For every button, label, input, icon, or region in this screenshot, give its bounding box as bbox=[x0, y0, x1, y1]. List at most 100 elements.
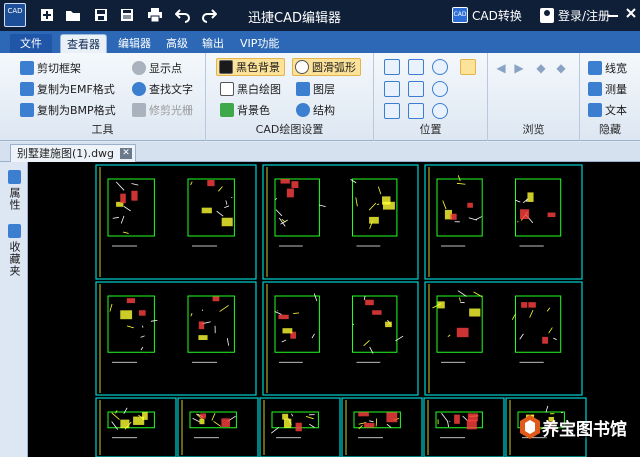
line-width-button[interactable]: 线宽 bbox=[588, 59, 627, 77]
redo-icon[interactable] bbox=[200, 6, 218, 24]
plan-detail-line bbox=[368, 202, 377, 211]
bw-drawing-button[interactable]: 黑白绘图 bbox=[220, 80, 281, 98]
minimize-icon[interactable] bbox=[606, 6, 620, 20]
close-tab-icon[interactable]: ✕ bbox=[120, 148, 132, 159]
rotate-icon[interactable] bbox=[384, 103, 400, 119]
undo-icon[interactable] bbox=[174, 6, 192, 24]
zoom-in-icon[interactable] bbox=[432, 59, 448, 75]
zoom-previous-icon[interactable] bbox=[408, 81, 424, 97]
find-text-label: 查找文字 bbox=[149, 83, 193, 96]
plan-outline bbox=[107, 178, 155, 237]
find-text-button[interactable]: 查找文字 bbox=[132, 80, 193, 98]
layers-button[interactable]: 图层 bbox=[296, 80, 335, 98]
line-width-icon bbox=[588, 61, 602, 75]
background-color-button[interactable]: 背景色 bbox=[220, 101, 270, 119]
drawing-sheet-frame bbox=[424, 164, 583, 280]
fit-window-icon[interactable] bbox=[384, 59, 400, 75]
plan-fill-block bbox=[542, 336, 548, 344]
arrow-right-icon[interactable]: ▶ bbox=[512, 61, 526, 75]
tab-output[interactable]: 输出 bbox=[196, 34, 230, 53]
show-points-icon bbox=[132, 61, 146, 75]
plan-fill-block bbox=[286, 188, 294, 198]
plan-detail-line bbox=[190, 181, 193, 186]
plan-fill-block bbox=[126, 298, 136, 304]
copy-bmp-button[interactable]: 复制为BMP格式 bbox=[20, 101, 116, 119]
close-icon[interactable] bbox=[624, 6, 638, 20]
arrow-left-icon[interactable]: ◀ bbox=[494, 61, 508, 75]
first-page-icon[interactable]: ◆ bbox=[534, 61, 548, 75]
group-cad-settings: 黑色背景 黑白绘图 背景色 圆滑弧形 图层 结构 CAD绘图设置 bbox=[206, 53, 374, 141]
plan-detail-line bbox=[123, 206, 131, 212]
group-cad-settings-label: CAD绘图设置 bbox=[255, 123, 324, 136]
plan-detail-line bbox=[447, 334, 451, 337]
plan-fill-block bbox=[120, 193, 126, 204]
plan-fill-block bbox=[469, 308, 481, 317]
plan-detail-line bbox=[313, 293, 318, 302]
group-position-label: 位置 bbox=[419, 123, 442, 136]
tab-advanced[interactable]: 高级 bbox=[160, 34, 194, 53]
plan-detail-line bbox=[111, 412, 120, 420]
drawing-sheet-frame bbox=[95, 281, 257, 396]
show-points-button[interactable]: 显示点 bbox=[132, 59, 182, 77]
pan-hand-icon[interactable] bbox=[460, 59, 476, 75]
plan-detail-line bbox=[293, 312, 300, 314]
plan-detail-line bbox=[281, 339, 287, 343]
plan-detail-line bbox=[456, 182, 466, 185]
cut-frame-button[interactable]: 剪切框架 bbox=[20, 59, 81, 77]
side-item-properties[interactable]: 属性 bbox=[5, 170, 23, 211]
login-button[interactable]: 登录/注册 bbox=[540, 6, 610, 24]
black-background-icon bbox=[219, 60, 233, 74]
measure-label: 测量 bbox=[605, 83, 627, 96]
cut-frame-label: 剪切框架 bbox=[37, 62, 81, 75]
save-icon[interactable] bbox=[92, 6, 110, 24]
bw-drawing-label: 黑白绘图 bbox=[237, 83, 281, 96]
plan-fill-block bbox=[280, 179, 290, 184]
plan-fill-block bbox=[120, 419, 130, 429]
plan-outline bbox=[107, 295, 155, 353]
plan-fill-block bbox=[382, 201, 395, 210]
login-label: 登录/注册 bbox=[558, 8, 611, 23]
drawing-sheet-frame bbox=[424, 281, 583, 396]
plan-outline bbox=[274, 295, 320, 353]
tab-file[interactable]: 文件 bbox=[10, 34, 52, 53]
cad-convert-button[interactable]: CAD CAD转换 bbox=[452, 6, 522, 24]
mirror-icon[interactable] bbox=[408, 103, 424, 119]
save-as-icon[interactable] bbox=[118, 6, 136, 24]
text-button[interactable]: 文本 bbox=[588, 101, 627, 119]
plan-detail-line bbox=[275, 209, 283, 217]
smooth-arc-button[interactable]: 圆滑弧形 bbox=[292, 58, 361, 76]
zoom-window-icon[interactable] bbox=[408, 59, 424, 75]
plan-fill-block bbox=[456, 327, 469, 338]
plan-detail-line bbox=[131, 183, 139, 186]
plan-detail-line bbox=[457, 175, 461, 182]
last-page-icon[interactable]: ◆ bbox=[554, 61, 568, 75]
plan-fill-block bbox=[201, 207, 212, 214]
zoom-out-icon[interactable] bbox=[432, 81, 448, 97]
layers-label: 图层 bbox=[313, 83, 335, 96]
tab-editor[interactable]: 编辑器 bbox=[112, 34, 157, 53]
copy-emf-button[interactable]: 复制为EMF格式 bbox=[20, 80, 115, 98]
side-item-favorites[interactable]: 收藏夹 bbox=[5, 224, 23, 277]
print-icon[interactable] bbox=[146, 6, 164, 24]
title-bar: CAD 迅捷CAD编辑器 CAD CAD转换 登录/注册 bbox=[0, 0, 640, 31]
zoom-percent-icon[interactable] bbox=[432, 103, 448, 119]
document-tab[interactable]: 别墅建施图(1).dwg ✕ bbox=[10, 144, 136, 162]
trim-raster-button[interactable]: 修剪光栅 bbox=[132, 101, 193, 119]
black-background-button[interactable]: 黑色背景 bbox=[216, 58, 285, 76]
plan-detail-line bbox=[305, 415, 314, 420]
plan-fill-block bbox=[278, 314, 289, 320]
plan-detail-line bbox=[225, 200, 228, 205]
cad-convert-icon: CAD bbox=[452, 7, 468, 23]
measure-button[interactable]: 测量 bbox=[588, 80, 627, 98]
plan-outline bbox=[187, 178, 235, 237]
app-logo-text: CAD bbox=[7, 7, 23, 15]
tab-viewer[interactable]: 查看器 bbox=[60, 34, 107, 53]
zoom-extents-icon[interactable] bbox=[384, 81, 400, 97]
structure-button[interactable]: 结构 bbox=[296, 101, 335, 119]
tab-vip[interactable]: VIP功能 bbox=[234, 34, 285, 53]
side-item-properties-label: 属性 bbox=[8, 187, 21, 211]
open-folder-icon[interactable] bbox=[64, 6, 82, 24]
plan-fill-block bbox=[120, 310, 133, 320]
plan-detail-line bbox=[224, 205, 230, 209]
new-file-icon[interactable] bbox=[38, 6, 56, 24]
